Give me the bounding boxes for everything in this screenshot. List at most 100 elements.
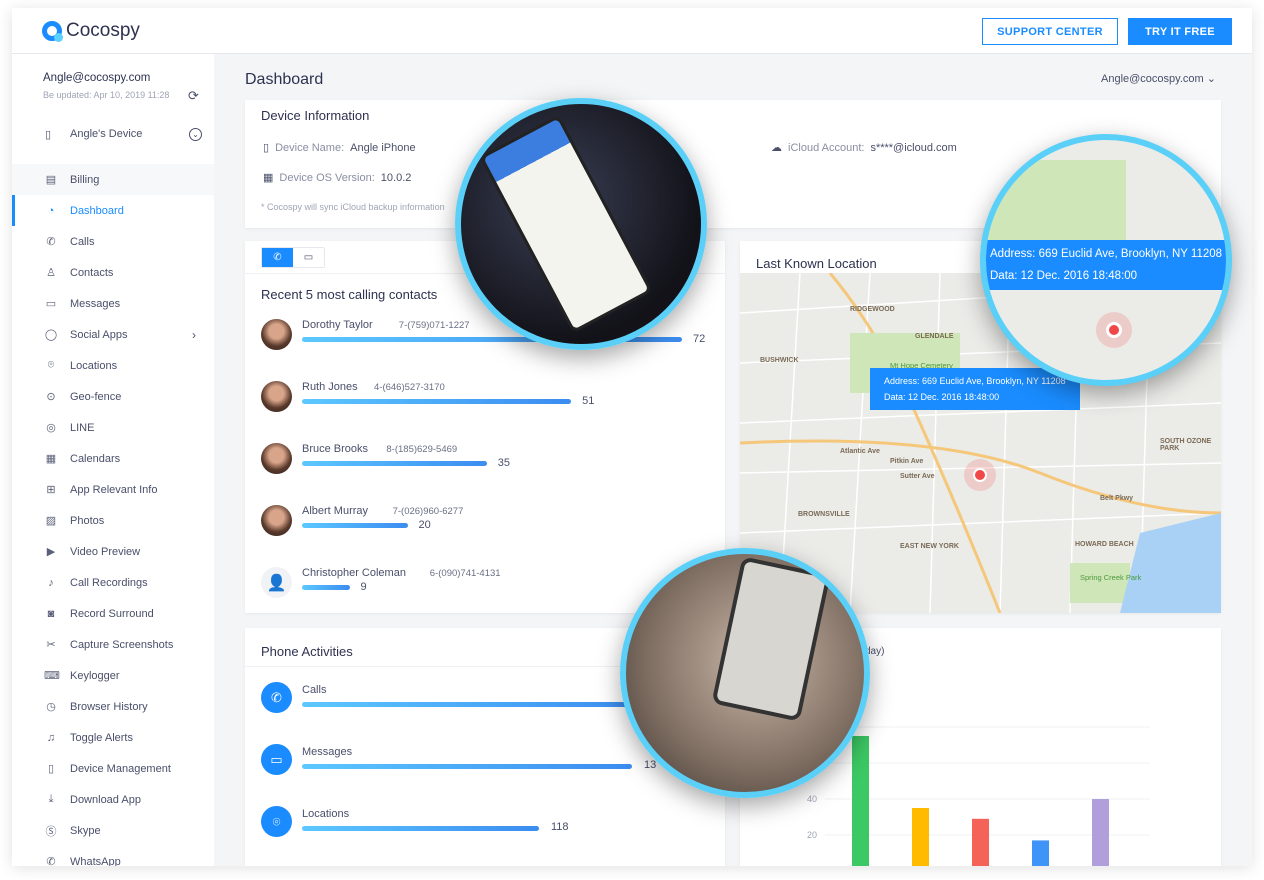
sidebar-item-record-surround[interactable]: ◙ Record Surround — [12, 598, 214, 629]
contact-phone: 7-(026)960-6277 — [392, 506, 464, 517]
chevron-down-icon[interactable]: ⌄ — [189, 127, 202, 141]
contact-phone: 6-(090)741-4131 — [429, 568, 501, 579]
sidebar-item-label: Photos — [70, 514, 105, 527]
sidebar-item-whatsapp[interactable]: ✆ WhatsApp — [12, 846, 214, 866]
photos-icon: ▨ — [45, 515, 57, 527]
map-label: Sutter Ave — [900, 473, 935, 480]
phone-icon: ▯ — [263, 142, 270, 154]
sidebar-item-label: Call Recordings — [70, 576, 148, 589]
contact-row[interactable]: Ruth Jones 4-(646)527-3170 51 — [261, 381, 721, 421]
sidebar-item-device-management[interactable]: ▯ Device Management — [12, 753, 214, 784]
sidebar-item-label: Social Apps — [70, 328, 128, 341]
sidebar-item-call-recordings[interactable]: ♪ Call Recordings — [12, 567, 214, 598]
map-label: BUSHWICK — [760, 357, 799, 364]
chevron-right-icon: › — [192, 327, 196, 342]
sidebar-item-video-preview[interactable]: ▶ Video Preview — [12, 536, 214, 567]
contact-name: Christopher Coleman — [302, 567, 406, 579]
activity-bar — [302, 764, 632, 769]
sidebar-item-locations[interactable]: ⌾ Locations — [12, 350, 214, 381]
brand-logo[interactable]: Cocospy — [42, 20, 140, 42]
contact-phone: 7-(759)071-1227 — [398, 320, 470, 331]
support-center-button[interactable]: SUPPORT CENTER — [982, 18, 1118, 45]
activity-bar — [302, 826, 539, 831]
cloud-icon: ☁ — [771, 142, 782, 154]
sidebar-item-geo-fence[interactable]: ⊙ Geo-fence — [12, 381, 214, 412]
icloud-value: s****@icloud.com — [870, 141, 957, 154]
phone-icon: ▯ — [45, 128, 52, 141]
sidebar-item-label: Video Preview — [70, 545, 141, 558]
user-email: Angle@cocospy.com — [1101, 73, 1204, 85]
account-email: Angle@cocospy.com — [43, 72, 151, 84]
contacts-icon: ♙ — [46, 267, 56, 279]
location-date: Data: 12 Dec. 2016 18:48:00 — [884, 392, 1000, 402]
device-selector[interactable]: ▯ Angle's Device ⌄ — [12, 116, 214, 152]
sidebar-item-label: Download App — [70, 793, 141, 806]
chart-bar[interactable] — [1092, 799, 1109, 866]
call-count-bar — [302, 585, 350, 590]
logo-icon — [42, 21, 63, 42]
sidebar-item-photos[interactable]: ▨ Photos — [12, 505, 214, 536]
chart-bar[interactable] — [1032, 840, 1049, 866]
activity-label: Messages — [302, 746, 353, 758]
sidebar-item-contacts[interactable]: ♙ Contacts — [12, 257, 214, 288]
tab-messages[interactable]: ▭ — [293, 248, 324, 267]
contact-row[interactable]: Bruce Brooks 8-(185)629-5469 35 — [261, 443, 721, 483]
sidebar-item-keylogger[interactable]: ⌨ Keylogger — [12, 660, 214, 691]
sidebar-item-label: Contacts — [70, 266, 114, 279]
calendar-icon: ▦ — [263, 172, 274, 184]
contact-name: Dorothy Taylor — [302, 319, 373, 331]
download-app-icon: ⤓ — [48, 793, 54, 805]
location-pin-icon — [1106, 322, 1122, 338]
try-it-free-button[interactable]: TRY IT FREE — [1128, 18, 1232, 45]
label: iCloud Account: — [788, 141, 865, 154]
sidebar-item-calendars[interactable]: ▦ Calendars — [12, 443, 214, 474]
app-relevant-info-icon: ⊞ — [46, 484, 56, 496]
sidebar-item-social-apps[interactable]: ◯ Social Apps › — [12, 319, 214, 350]
map-label: Belt Pkwy — [1100, 495, 1134, 502]
sidebar-item-dashboard[interactable]: ◔ Dashboard — [12, 195, 214, 226]
tab-calls[interactable]: ✆ — [262, 248, 293, 267]
capture-screenshots-icon: ✂ — [46, 639, 56, 651]
sidebar-item-calls[interactable]: ✆ Calls — [12, 226, 214, 257]
sidebar-nav: ▤ Billing ◔ Dashboard ✆ Calls ♙ Contacts ▭ Messag… — [12, 164, 214, 866]
keylogger-icon: ⌨ — [44, 670, 60, 682]
card-title: Device Information — [261, 108, 370, 123]
sidebar-item-label: Device Management — [70, 762, 171, 775]
line-icon: ◎ — [46, 422, 56, 434]
sidebar-item-messages[interactable]: ▭ Messages — [12, 288, 214, 319]
os-version-value: 10.0.2 — [380, 171, 412, 184]
contact-row[interactable]: Albert Murray 7-(026)960-6277 20 — [261, 505, 721, 545]
dashboard-icon: ◔ — [47, 204, 55, 217]
chart-bar[interactable] — [852, 736, 869, 866]
sidebar-item-billing[interactable]: ▤ Billing — [12, 164, 214, 195]
map-label: EAST NEW YORK — [900, 543, 959, 550]
sidebar-item-app-relevant-info[interactable]: ⊞ App Relevant Info — [12, 474, 214, 505]
address: Address: 669 Euclid Ave, Brooklyn, NY 11… — [884, 376, 1066, 386]
sidebar-item-skype[interactable]: Ⓢ Skype — [12, 815, 214, 846]
contact-name: Albert Murray — [302, 505, 369, 517]
call-count-bar — [302, 399, 572, 404]
calls-icon: ✆ — [261, 682, 292, 713]
sidebar-item-label: LINE — [70, 421, 95, 434]
avatar — [261, 319, 292, 350]
sidebar-item-label: App Relevant Info — [70, 483, 158, 496]
chart-bar[interactable] — [912, 808, 929, 866]
sidebar-item-capture-screenshots[interactable]: ✂ Capture Screenshots — [12, 629, 214, 660]
refresh-icon[interactable]: ⟳ — [188, 88, 199, 104]
sidebar-item-label: Skype — [70, 824, 101, 837]
user-menu[interactable]: Angle@cocospy.com ⌄ — [1101, 72, 1216, 85]
messages-icon: ▭ — [45, 298, 57, 310]
sidebar-item-download-app[interactable]: ⤓ Download App — [12, 784, 214, 815]
chart-bar[interactable] — [972, 818, 989, 866]
sidebar-item-browser-history[interactable]: ◷ Browser History — [12, 691, 214, 722]
phone-keypad-image — [711, 556, 831, 722]
video-preview-icon: ▶ — [46, 546, 56, 558]
phone-photo-circle — [455, 98, 707, 350]
sidebar: Angle@cocospy.com Be updated: Apr 10, 20… — [12, 54, 214, 866]
sidebar-item-line[interactable]: ◎ LINE — [12, 412, 214, 443]
call-count-bar — [302, 523, 408, 528]
device-name-value: Angle iPhone — [350, 141, 416, 154]
card-title: Last Known Location — [756, 256, 877, 271]
map-label: BROWNSVILLE — [798, 511, 850, 518]
sidebar-item-toggle-alerts[interactable]: ♫ Toggle Alerts — [12, 722, 214, 753]
